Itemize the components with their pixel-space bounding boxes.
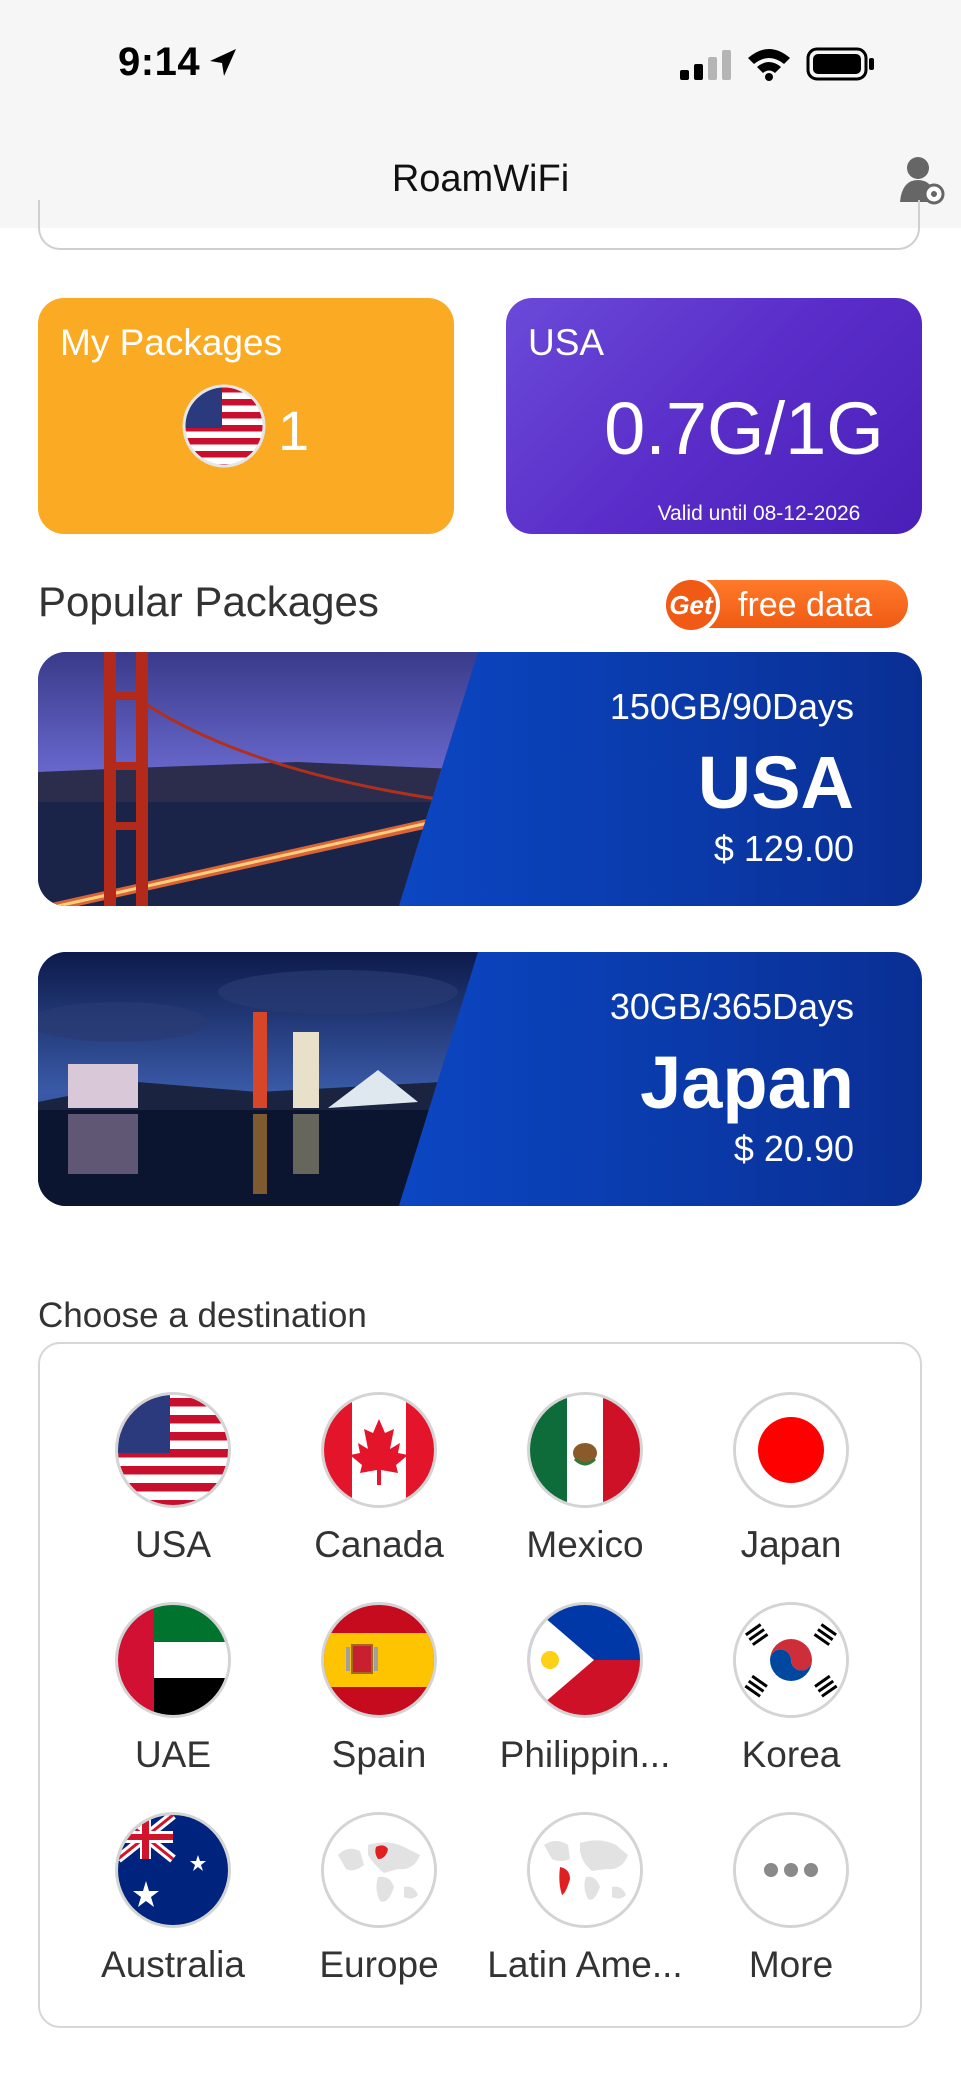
wifi-icon [748, 49, 790, 81]
destination-label: Canada [314, 1524, 444, 1565]
destination-uae[interactable]: UAE [70, 1602, 276, 1802]
app-title: RoamWiFi [391, 158, 570, 200]
status-time: 9:14 [118, 40, 201, 84]
mexico-flag-icon [530, 1395, 640, 1505]
promo-package-usa[interactable]: 150GB/90Days USA $ 129.00 [38, 652, 922, 906]
golden-gate-bridge-image [38, 652, 478, 906]
battery-icon [806, 47, 874, 81]
japan-flag-icon [736, 1395, 846, 1505]
promo-plan: 150GB/90Days [609, 686, 854, 727]
destination-label: UAE [134, 1734, 212, 1775]
my-packages-card[interactable]: My Packages 1 [38, 298, 454, 534]
philippines-flag-icon [530, 1605, 640, 1715]
destination-label: More [748, 1944, 834, 1985]
usa-flag-icon [118, 1395, 228, 1505]
get-badge: Get [662, 576, 720, 634]
destination-label: USA [134, 1524, 212, 1565]
destination-latin-america[interactable]: Latin Ame... [482, 1812, 688, 2012]
promo-price: $ 129.00 [713, 828, 854, 869]
destination-grid: USA Canada Mexico Japan UAE Spain Philip… [38, 1342, 922, 2028]
promo-country: USA [697, 741, 854, 824]
location-arrow-icon [210, 49, 236, 76]
destination-label: Mexico [526, 1524, 644, 1565]
get-free-data-button[interactable]: Get free data [662, 576, 908, 634]
destination-label: Australia [101, 1944, 245, 1985]
promo-country: Japan [640, 1041, 854, 1124]
destination-japan[interactable]: Japan [688, 1392, 894, 1592]
destination-label: Spain [331, 1734, 427, 1775]
latin-america-map-icon [530, 1815, 640, 1925]
destination-label: Korea [741, 1734, 841, 1775]
promo-plan: 30GB/365Days [609, 986, 854, 1027]
korea-flag-icon [736, 1605, 846, 1715]
australia-flag-icon [118, 1815, 228, 1925]
usa-flag-icon [182, 384, 266, 468]
valid-until: Valid until 08-12-2026 [657, 502, 861, 525]
more-dots-icon [736, 1815, 846, 1925]
destination-philippines[interactable]: Philippin... [482, 1602, 688, 1802]
destination-label: Latin Ame... [487, 1944, 683, 1985]
kobe-harbor-image [38, 952, 478, 1206]
package-count: 1 [278, 399, 310, 462]
destination-label: Europe [319, 1944, 439, 1985]
destination-label: Japan [740, 1524, 842, 1565]
uae-flag-icon [118, 1605, 228, 1715]
destination-canada[interactable]: Canada [276, 1392, 482, 1592]
free-data-label: free data [738, 586, 873, 624]
cellular-signal-icon [680, 50, 731, 80]
data-usage-card[interactable]: USA 0.7G/1G Valid until 08-12-2026 [506, 298, 922, 534]
canada-flag-icon [324, 1395, 434, 1505]
profile-settings-icon[interactable] [900, 154, 946, 206]
usage-country: USA [528, 322, 605, 363]
choose-destination-title: Choose a destination [38, 1296, 367, 1335]
my-packages-label: My Packages [60, 322, 283, 363]
popular-packages-title: Popular Packages [38, 578, 379, 625]
destination-more[interactable]: More [688, 1812, 894, 2012]
destination-usa[interactable]: USA [70, 1392, 276, 1592]
europe-map-icon [324, 1815, 434, 1925]
destination-europe[interactable]: Europe [276, 1812, 482, 2012]
promo-price: $ 20.90 [733, 1128, 854, 1169]
promo-package-japan[interactable]: 30GB/365Days Japan $ 20.90 [38, 952, 922, 1206]
destination-mexico[interactable]: Mexico [482, 1392, 688, 1592]
spain-flag-icon [324, 1605, 434, 1715]
status-bar: 9:14 [0, 0, 961, 128]
destination-label: Philippin... [499, 1734, 671, 1775]
destination-australia[interactable]: Australia [70, 1812, 276, 2012]
search-box-edge [38, 200, 920, 250]
usage-amount: 0.7G/1G [604, 387, 884, 470]
destination-spain[interactable]: Spain [276, 1602, 482, 1802]
destination-korea[interactable]: Korea [688, 1602, 894, 1802]
